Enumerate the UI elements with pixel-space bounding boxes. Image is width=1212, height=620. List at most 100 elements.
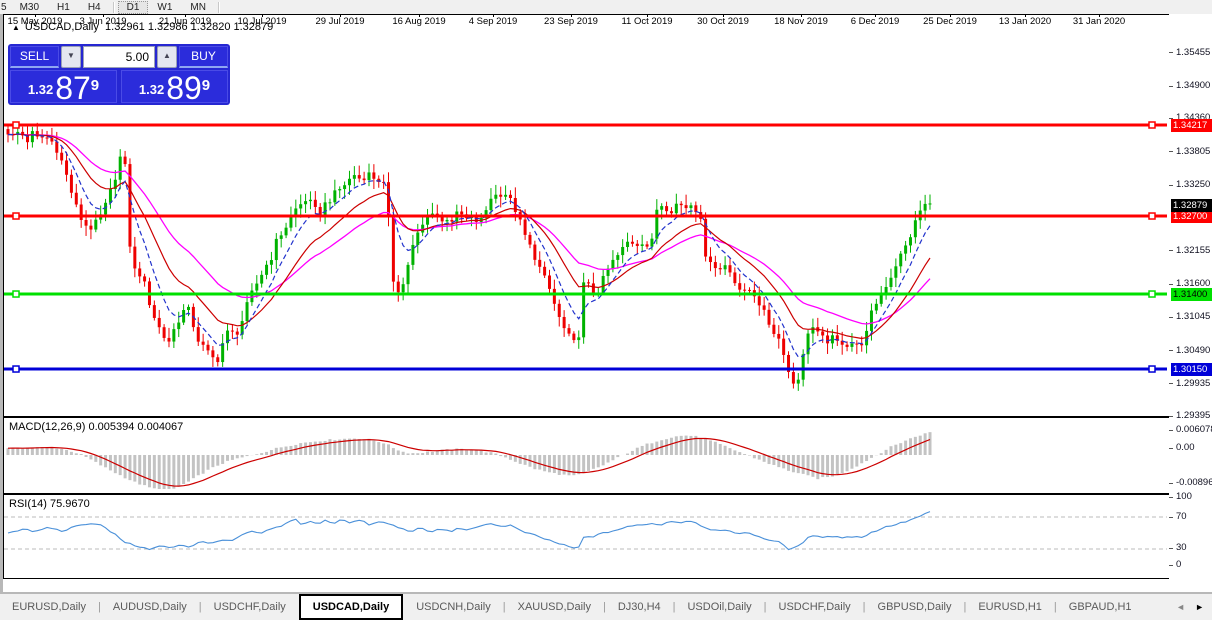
chart-tab-usdchf-daily[interactable]: USDCHF,Daily bbox=[202, 595, 298, 619]
chart-tab-eurusd-daily[interactable]: EURUSD,Daily bbox=[0, 595, 98, 619]
candle-body bbox=[572, 334, 575, 340]
chart-tab-usdcnh-daily[interactable]: USDCNH,Daily bbox=[404, 595, 503, 619]
one-click-trading-panel: SELL ▼ 5.00 ▲ BUY 1.32 87 9 1.32 89 9 bbox=[8, 44, 230, 105]
rsi-indicator-pane[interactable]: RSI(14) 75.9670 bbox=[3, 494, 1170, 579]
candle-body bbox=[631, 242, 634, 244]
date-axis-label: 30 Oct 2019 bbox=[697, 16, 749, 27]
candle-body bbox=[80, 204, 83, 219]
candle-body bbox=[211, 350, 214, 357]
candle-body bbox=[831, 335, 834, 343]
volume-input[interactable]: 5.00 bbox=[83, 46, 155, 68]
chart-tab-usdoil-daily[interactable]: USDOil,Daily bbox=[675, 595, 763, 619]
line-drag-handle[interactable] bbox=[13, 366, 19, 372]
candle-body bbox=[782, 339, 785, 355]
rsi-chart[interactable] bbox=[4, 495, 1167, 576]
candle-body bbox=[397, 282, 400, 293]
sell-price-pips: 87 bbox=[55, 75, 91, 101]
chart-tab-usdcad-daily[interactable]: USDCAD,Daily bbox=[300, 595, 402, 619]
chart-tab-dj30-h4[interactable]: DJ30,H4 bbox=[606, 595, 673, 619]
buy-price-point: 9 bbox=[202, 71, 210, 101]
candle-body bbox=[304, 201, 307, 204]
sell-button[interactable]: SELL bbox=[10, 46, 59, 68]
chart-tab-eurusd-h1[interactable]: EURUSD,H1 bbox=[966, 595, 1054, 619]
macd-label: MACD(12,26,9) 0.005394 0.004067 bbox=[9, 421, 183, 433]
chart-tab-usdchf-daily[interactable]: USDCHF,Daily bbox=[767, 595, 863, 619]
timeframe-button-w1[interactable]: W1 bbox=[148, 1, 181, 14]
candle-body bbox=[299, 204, 302, 208]
candle-body bbox=[929, 203, 932, 204]
ma-slow-line bbox=[8, 134, 930, 324]
line-drag-handle[interactable] bbox=[13, 213, 19, 219]
candle-body bbox=[924, 204, 927, 211]
line-drag-handle[interactable] bbox=[1149, 122, 1155, 128]
price-chart-pane[interactable]: ▲USDCAD,Daily 1.32961 1.32986 1.32820 1.… bbox=[3, 14, 1170, 417]
buy-price-button[interactable]: 1.32 89 9 bbox=[121, 70, 228, 103]
level-price-badge: 1.30150 bbox=[1171, 363, 1212, 376]
toolbar-separator bbox=[218, 2, 220, 13]
candle-body bbox=[231, 331, 234, 332]
buy-price-pips: 89 bbox=[166, 75, 202, 101]
candle-body bbox=[577, 337, 580, 340]
candle-body bbox=[358, 175, 361, 178]
candle-body bbox=[680, 204, 683, 205]
macd-indicator-pane[interactable]: MACD(12,26,9) 0.005394 0.004067 bbox=[3, 417, 1170, 494]
line-drag-handle[interactable] bbox=[13, 291, 19, 297]
candle-body bbox=[7, 129, 10, 134]
candle-body bbox=[372, 172, 375, 178]
candle-body bbox=[450, 220, 453, 222]
date-axis-label: 31 Jan 2020 bbox=[1073, 16, 1125, 27]
candle-body bbox=[655, 210, 658, 239]
candle-body bbox=[46, 138, 49, 139]
timeframe-button-5[interactable]: 5 bbox=[0, 1, 11, 14]
sell-price-button[interactable]: 1.32 87 9 bbox=[10, 70, 117, 103]
price-axis-label: 1.33805 bbox=[1169, 146, 1212, 157]
candle-body bbox=[670, 211, 673, 213]
line-drag-handle[interactable] bbox=[13, 122, 19, 128]
candle-body bbox=[363, 179, 366, 181]
candle-body bbox=[460, 211, 463, 214]
candle-body bbox=[797, 380, 800, 384]
timeframe-button-h1[interactable]: H1 bbox=[48, 1, 79, 14]
candle-body bbox=[348, 179, 351, 185]
timeframe-button-m30[interactable]: M30 bbox=[11, 1, 48, 14]
candle-body bbox=[665, 206, 668, 211]
ohlc-close: 1.32879 bbox=[234, 21, 274, 33]
candle-body bbox=[758, 296, 761, 305]
candle-body bbox=[548, 275, 551, 288]
candle-body bbox=[602, 276, 605, 293]
line-drag-handle[interactable] bbox=[1149, 291, 1155, 297]
candle-body bbox=[894, 266, 897, 277]
candle-body bbox=[353, 175, 356, 179]
candle-body bbox=[124, 157, 127, 164]
candle-body bbox=[899, 254, 902, 267]
candle-body bbox=[314, 200, 317, 207]
collapse-panel-icon[interactable]: ▲ bbox=[12, 23, 20, 32]
volume-increase-button[interactable]: ▲ bbox=[157, 46, 177, 68]
candle-body bbox=[821, 331, 824, 335]
volume-decrease-button[interactable]: ▼ bbox=[61, 46, 81, 68]
tab-scroll-right-icon[interactable]: ► bbox=[1195, 602, 1204, 612]
candle-body bbox=[792, 372, 795, 384]
timeframe-button-d1[interactable]: D1 bbox=[118, 1, 149, 14]
candle-body bbox=[31, 131, 34, 142]
candle-body bbox=[738, 283, 741, 290]
candle-body bbox=[41, 137, 44, 138]
chart-tab-gbpaud-h1[interactable]: GBPAUD,H1 bbox=[1057, 595, 1144, 619]
candle-body bbox=[489, 199, 492, 210]
candle-body bbox=[748, 290, 751, 291]
line-drag-handle[interactable] bbox=[1149, 213, 1155, 219]
candle-body bbox=[870, 311, 873, 331]
candle-body bbox=[826, 335, 829, 343]
candle-body bbox=[563, 317, 566, 328]
chart-tab-audusd-daily[interactable]: AUDUSD,Daily bbox=[101, 595, 199, 619]
tab-scroll-left-icon[interactable]: ◄ bbox=[1176, 602, 1185, 612]
buy-button[interactable]: BUY bbox=[179, 46, 228, 68]
candle-body bbox=[367, 172, 370, 180]
candle-body bbox=[89, 226, 92, 230]
timeframe-button-mn[interactable]: MN bbox=[181, 1, 215, 14]
chart-tab-gbpusd-daily[interactable]: GBPUSD,Daily bbox=[866, 595, 964, 619]
line-drag-handle[interactable] bbox=[1149, 366, 1155, 372]
chart-tab-xauusd-daily[interactable]: XAUUSD,Daily bbox=[506, 595, 603, 619]
timeframe-button-h4[interactable]: H4 bbox=[79, 1, 110, 14]
level-price-badge: 1.31400 bbox=[1171, 288, 1212, 301]
